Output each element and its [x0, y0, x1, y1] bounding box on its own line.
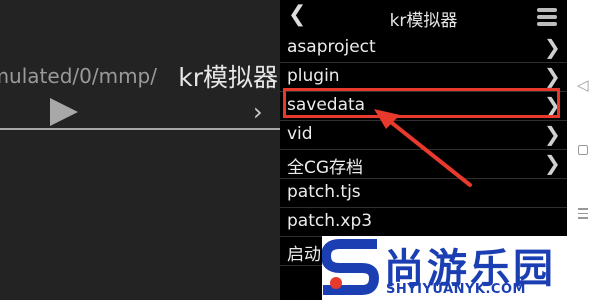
watermark-logo-icon — [322, 239, 380, 295]
path-prefix: mulated/0/mmp/ — [0, 64, 157, 88]
left-pane: mulated/0/mmp/ kr模拟器 › — [0, 0, 280, 300]
list-item-label: asaproject — [287, 37, 376, 57]
list-item[interactable]: patch.xp3 — [280, 208, 567, 237]
path-row[interactable]: mulated/0/mmp/ kr模拟器 — [0, 58, 280, 94]
browser-title: kr模拟器 — [389, 11, 458, 31]
chevron-right-icon: ❯ — [544, 122, 561, 146]
list-item[interactable]: asaproject ❯ — [280, 34, 567, 63]
chevron-right-icon[interactable]: › — [253, 98, 263, 126]
divider — [0, 128, 280, 130]
annotation-arrow — [374, 109, 472, 187]
list-item-label: vid — [287, 124, 313, 144]
watermark-url: SHYIYUANYK.COM — [386, 282, 526, 297]
watermark: 尚游乐园 SHYIYUANYK.COM — [322, 236, 600, 300]
current-folder-name: kr模拟器 — [178, 63, 278, 92]
nav-back-icon[interactable]: ◁ — [577, 76, 589, 94]
chevron-right-icon: ❯ — [544, 64, 561, 88]
list-item-label: 启动 — [287, 245, 321, 265]
chevron-right-icon: ❯ — [544, 35, 561, 59]
list-item-label: patch.xp3 — [287, 211, 373, 231]
play-icon[interactable] — [50, 98, 78, 126]
browser-header: ❮ kr模拟器 — [280, 0, 567, 34]
nav-menu-icon[interactable] — [578, 208, 588, 222]
list-item-label: plugin — [287, 66, 340, 86]
chevron-right-icon: ❯ — [544, 151, 561, 175]
nav-home-icon[interactable] — [578, 145, 588, 155]
list-item-label: patch.tjs — [287, 182, 361, 202]
menu-icon[interactable] — [537, 8, 557, 26]
list-item-label: 全CG存档 — [287, 158, 364, 178]
